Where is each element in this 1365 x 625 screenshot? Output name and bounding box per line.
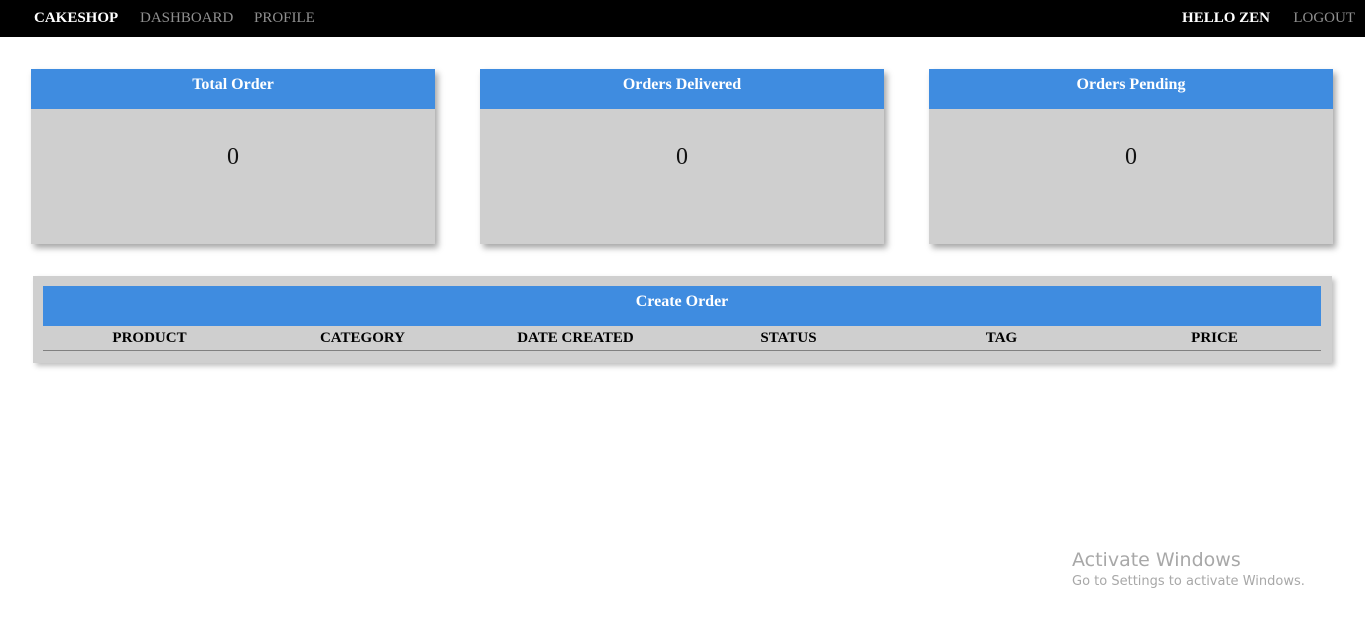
card-title: Orders Pending: [929, 69, 1333, 109]
activate-windows-watermark: Activate Windows Go to Settings to activ…: [1072, 548, 1305, 592]
orders-panel: Create Order PRODUCT CATEGORY DATE CREAT…: [33, 276, 1332, 363]
column-header-category: CATEGORY: [256, 326, 469, 351]
user-greeting: HELLO ZEN: [1182, 10, 1270, 26]
watermark-title: Activate Windows: [1072, 549, 1241, 571]
logout-link[interactable]: LOGOUT: [1293, 10, 1355, 26]
card-value: 0: [227, 144, 239, 170]
column-header-status: STATUS: [682, 326, 895, 351]
orders-pending-card: Orders Pending 0: [929, 69, 1333, 244]
nav-profile-link[interactable]: PROFILE: [254, 10, 315, 26]
orders-table: PRODUCT CATEGORY DATE CREATED STATUS TAG…: [43, 326, 1321, 351]
top-navbar: CAKESHOP DASHBOARD PROFILE HELLO ZEN LOG…: [0, 0, 1365, 37]
create-order-button[interactable]: Create Order: [43, 286, 1321, 326]
card-title: Total Order: [31, 69, 435, 109]
column-header-date-created: DATE CREATED: [469, 326, 682, 351]
nav-dashboard-link[interactable]: DASHBOARD: [140, 10, 233, 26]
brand-link[interactable]: CAKESHOP: [34, 10, 118, 26]
card-value: 0: [676, 144, 688, 170]
table-header-row: PRODUCT CATEGORY DATE CREATED STATUS TAG…: [43, 326, 1321, 351]
column-header-tag: TAG: [895, 326, 1108, 351]
column-header-price: PRICE: [1108, 326, 1321, 351]
column-header-product: PRODUCT: [43, 326, 256, 351]
watermark-subtitle: Go to Settings to activate Windows.: [1072, 574, 1305, 589]
card-title: Orders Delivered: [480, 69, 884, 109]
orders-delivered-card: Orders Delivered 0: [480, 69, 884, 244]
total-order-card: Total Order 0: [31, 69, 435, 244]
card-value: 0: [1125, 144, 1137, 170]
